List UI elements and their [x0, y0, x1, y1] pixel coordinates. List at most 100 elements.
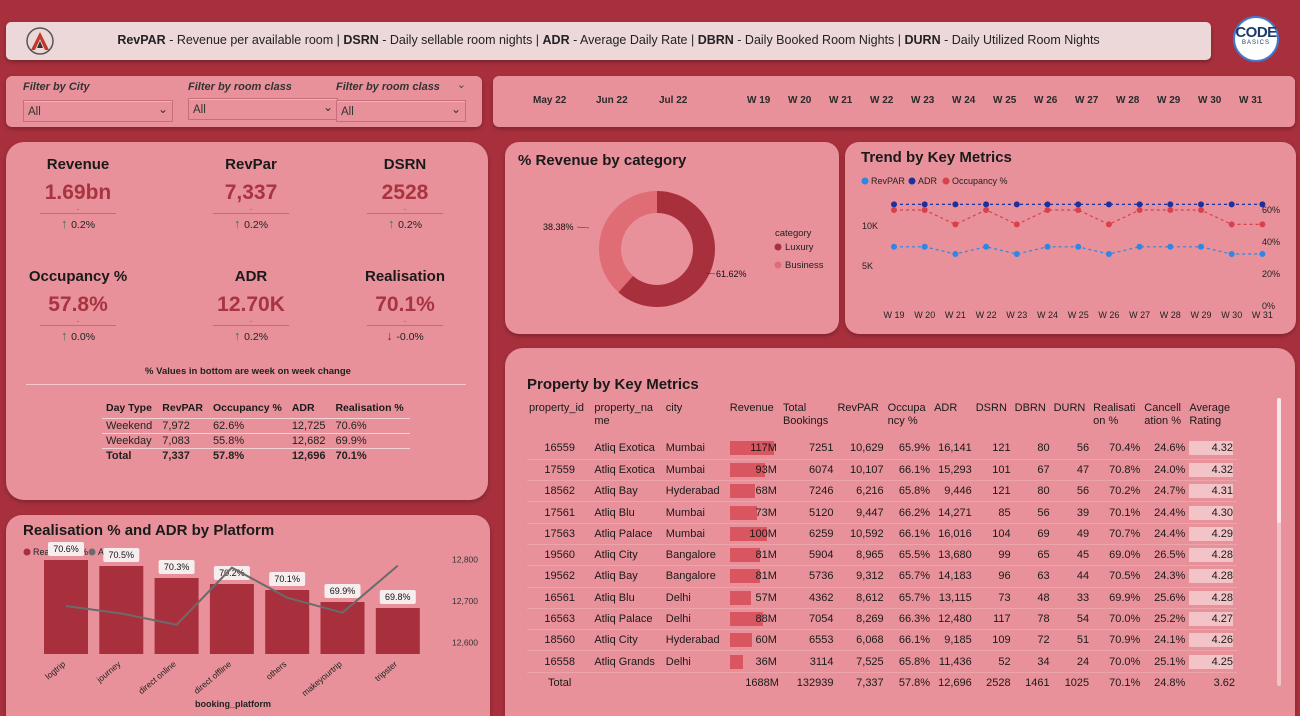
trend-point[interactable]	[952, 221, 959, 228]
platform-bar[interactable]	[375, 608, 420, 654]
trend-point[interactable]	[983, 201, 990, 208]
chevron-down-icon[interactable]: ⌄	[457, 78, 466, 91]
week-slicer-item[interactable]: W 23	[911, 95, 934, 106]
trend-point[interactable]	[983, 243, 990, 250]
daytype-header[interactable]: RevPAR	[158, 400, 209, 419]
trend-point[interactable]	[1228, 221, 1235, 228]
trend-point[interactable]	[921, 207, 928, 213]
week-slicer-item[interactable]: W 22	[870, 95, 893, 106]
daytype-header[interactable]: ADR	[288, 400, 332, 419]
property-row: 16561 Atliq Blu Delhi 57M 4362 8,612 65.7% 13,1…	[527, 587, 1237, 609]
property-header[interactable]: RevPAR	[835, 402, 885, 438]
trend-point[interactable]	[1136, 201, 1143, 208]
property-header[interactable]: Revenue	[728, 402, 781, 438]
trend-legend-item[interactable]: ADR	[918, 176, 938, 186]
property-header[interactable]: property_id	[527, 402, 592, 438]
platform-bar[interactable]	[209, 584, 254, 654]
daytype-header[interactable]: Occupancy %	[209, 400, 288, 419]
trend-point[interactable]	[891, 207, 897, 213]
week-slicer-item[interactable]: W 26	[1034, 95, 1057, 106]
week-slicer-item[interactable]: W 30	[1198, 95, 1221, 106]
filter-room-class-2-dropdown[interactable]: All ⌄	[336, 100, 466, 122]
trend-point[interactable]	[1228, 251, 1235, 257]
property-cell: 24.7%	[1142, 480, 1188, 503]
trend-point[interactable]	[1228, 201, 1235, 208]
property-header[interactable]: ADR	[932, 402, 974, 438]
property-header[interactable]: city	[664, 402, 728, 438]
trend-point[interactable]	[1198, 201, 1204, 208]
week-slicer-item[interactable]: W 29	[1157, 95, 1180, 106]
donut-legend-item[interactable]: Business	[785, 260, 824, 271]
trend-point[interactable]	[891, 243, 897, 250]
trend-point[interactable]	[921, 243, 928, 250]
platform-bar[interactable]	[265, 590, 310, 654]
trend-point[interactable]	[1105, 201, 1112, 208]
property-cell: 5736	[780, 565, 836, 588]
property-header[interactable]: DURN	[1052, 402, 1092, 438]
week-slicer-item[interactable]: W 21	[829, 95, 852, 106]
property-header[interactable]: Realisati on %	[1091, 402, 1142, 438]
trend-legend-item[interactable]: Occupancy %	[952, 176, 1008, 186]
week-slicer-item[interactable]: W 24	[952, 95, 975, 106]
month-slicer-jun[interactable]: Jun 22	[596, 95, 628, 106]
x-axis-title: booking_platform	[195, 699, 271, 709]
daytype-header[interactable]: Realisation %	[331, 400, 409, 419]
property-header[interactable]: DSRN	[974, 402, 1013, 438]
trend-point[interactable]	[1044, 243, 1051, 250]
property-header[interactable]: Occupa ncy %	[886, 402, 932, 438]
trend-point[interactable]	[1075, 207, 1082, 213]
trend-point[interactable]	[1105, 221, 1112, 228]
trend-point[interactable]	[891, 201, 897, 208]
trend-point[interactable]	[1044, 201, 1051, 208]
trend-point[interactable]	[1167, 201, 1174, 208]
trend-point[interactable]	[1075, 201, 1082, 208]
week-slicer-item[interactable]: W 31	[1239, 95, 1262, 106]
trend-point[interactable]	[1013, 251, 1020, 257]
trend-point[interactable]	[1167, 207, 1174, 213]
trend-point[interactable]	[1136, 243, 1143, 250]
property-header[interactable]: property_na me	[592, 402, 663, 438]
month-slicer-may[interactable]: May 22	[533, 95, 566, 106]
daytype-header[interactable]: Day Type	[102, 400, 158, 419]
week-slicer-item[interactable]: W 27	[1075, 95, 1098, 106]
trend-point[interactable]	[1013, 221, 1020, 228]
week-slicer-item[interactable]: W 25	[993, 95, 1016, 106]
trend-point[interactable]	[1259, 201, 1266, 208]
week-slicer-item[interactable]: W 19	[747, 95, 770, 106]
trend-point[interactable]	[1259, 221, 1266, 228]
property-header[interactable]: Average Rating	[1187, 402, 1237, 438]
trend-point[interactable]	[1044, 207, 1051, 213]
filter-room-class-dropdown[interactable]: All ⌄	[188, 98, 338, 120]
trend-point[interactable]	[1167, 243, 1174, 250]
filter-city-dropdown[interactable]: All ⌄	[23, 100, 173, 122]
property-header[interactable]: Cancell ation %	[1142, 402, 1187, 438]
trend-point[interactable]	[1105, 251, 1112, 257]
kpi-change-value: 0.2%	[71, 219, 96, 231]
trend-point[interactable]	[1259, 251, 1266, 257]
trend-point[interactable]	[1136, 207, 1143, 213]
trend-point[interactable]	[952, 201, 959, 208]
trend-point[interactable]	[1075, 243, 1082, 250]
week-slicer-item[interactable]: W 20	[788, 95, 811, 106]
trend-point[interactable]	[1198, 207, 1204, 213]
donut-slice-business[interactable]	[599, 191, 657, 293]
platform-bar[interactable]	[154, 578, 199, 654]
property-header[interactable]: DBRN	[1013, 402, 1052, 438]
trend-point[interactable]	[1198, 243, 1204, 250]
platform-bar[interactable]	[99, 566, 144, 654]
month-slicer-jul[interactable]: Jul 22	[659, 95, 687, 106]
week-slicer-item[interactable]: W 28	[1116, 95, 1139, 106]
table-scrollbar[interactable]	[1277, 398, 1281, 686]
platform-bar[interactable]	[320, 602, 365, 654]
trend-point[interactable]	[983, 207, 990, 213]
scrollbar-thumb[interactable]	[1277, 398, 1281, 523]
property-cell: 10,107	[835, 459, 886, 482]
property-header[interactable]: Total Bookings	[781, 402, 836, 438]
trend-point[interactable]	[921, 201, 928, 208]
daytype-cell: 55.8%	[208, 433, 288, 449]
donut-legend-item[interactable]: Luxury	[785, 242, 814, 253]
trend-point[interactable]	[1013, 201, 1020, 208]
trend-legend-item[interactable]: RevPAR	[871, 176, 905, 186]
property-cell: 96	[973, 565, 1013, 588]
trend-point[interactable]	[952, 251, 959, 257]
